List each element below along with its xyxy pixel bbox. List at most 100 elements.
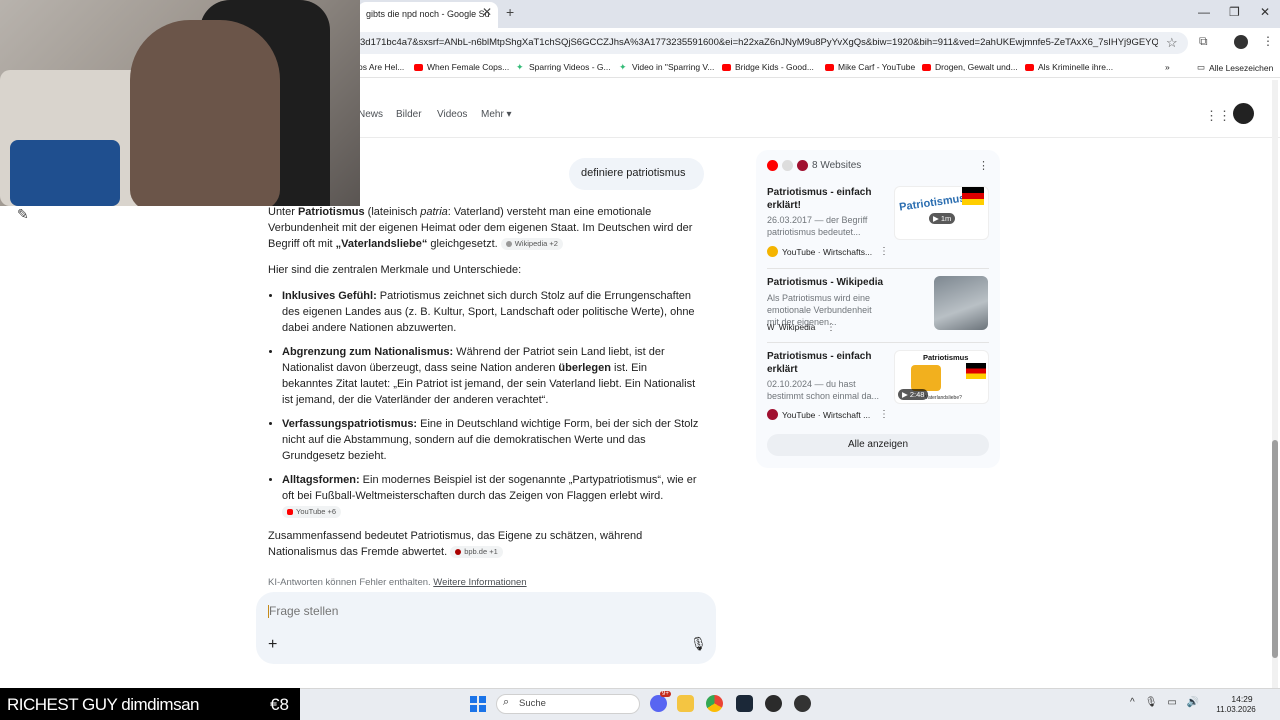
new-tab-button[interactable]: + — [506, 4, 514, 20]
channel-icon — [767, 409, 778, 420]
bookmark-generic-icon: ✦ — [619, 61, 627, 72]
notification-badge: 9+ — [660, 691, 671, 697]
tab-videos[interactable]: Videos — [437, 109, 467, 120]
plus-icon[interactable]: + — [268, 636, 277, 654]
more-info-link[interactable]: Weitere Informationen — [433, 577, 526, 588]
ai-disclaimer: KI-Antworten können Fehler enthalten. We… — [268, 577, 527, 588]
card-more-icon[interactable]: ⋮ — [879, 409, 889, 420]
duration-badge: ▶ 2:48 — [898, 389, 929, 400]
maximize-button[interactable]: ❐ — [1229, 5, 1240, 19]
tab-more[interactable]: Mehr ▾ — [481, 109, 512, 120]
mic-icon[interactable]: 🎙 — [1145, 697, 1158, 708]
close-window-button[interactable]: ✕ — [1260, 5, 1270, 19]
taskbar-search[interactable]: Suche — [496, 694, 640, 714]
youtube-icon — [767, 160, 778, 171]
source-card-source: YouTube · Wirtschaft ... — [767, 409, 870, 420]
tab-active[interactable]: gibts die npd noch - Google Su — [358, 2, 498, 28]
profile-icon[interactable] — [1234, 35, 1248, 49]
obs-icon[interactable] — [794, 695, 811, 712]
bookmark-item[interactable]: ✦ Video in "Sparring V... — [619, 62, 714, 72]
minimize-button[interactable]: — — [1198, 5, 1210, 19]
source-card-title[interactable]: Patriotismus - Wikipedia — [767, 276, 885, 289]
bookmark-item[interactable]: Drogen, Gewalt und... — [922, 62, 1018, 72]
wikipedia-icon — [505, 241, 512, 248]
ask-input[interactable] — [269, 604, 649, 618]
list-item: Alltagsformen: Ein modernes Beispiel ist… — [282, 472, 700, 520]
chrome-icon[interactable] — [706, 695, 723, 712]
bookmark-item[interactable]: Mike Carf - YouTube — [825, 62, 915, 72]
bookmark-item[interactable]: Bridge Kids - Good... — [722, 62, 814, 72]
system-tray: ^ 🎙 ▭ 🔊 — [1130, 697, 1199, 708]
source-chip[interactable]: Wikipedia +2 — [500, 238, 563, 251]
bpb-icon — [455, 549, 462, 556]
beer-icon — [911, 365, 941, 391]
card-more-icon[interactable]: ⋮ — [879, 246, 889, 257]
network-icon[interactable]: ▭ — [1167, 697, 1176, 708]
scrollbar-thumb[interactable] — [1272, 440, 1278, 658]
bookmark-item[interactable]: Als Kriminelle ihre... — [1025, 62, 1113, 72]
avatar[interactable] — [1233, 103, 1254, 124]
divider — [767, 268, 989, 269]
bookmark-item[interactable]: When Female Cops... — [414, 62, 509, 72]
mic-icon[interactable]: 🎙 — [690, 636, 707, 652]
edit-icon[interactable]: ✎ — [17, 206, 29, 223]
video-thumbnail[interactable]: Patriotismus ▶ 1m — [894, 186, 989, 240]
thumb-text: Patriotismus — [923, 353, 969, 362]
site-icon — [797, 160, 808, 171]
bookmark-item[interactable]: ✦ Sparring Videos - G... — [516, 62, 611, 72]
source-card-desc: 26.03.2017 — der Begriff patriotismus be… — [767, 215, 868, 237]
user-query-bubble: definiere patriotismus — [569, 158, 704, 190]
youtube-icon — [1025, 63, 1034, 71]
clock-time[interactable]: 14:29 — [1222, 694, 1262, 704]
thumb-text: Patriotismus — [898, 192, 967, 214]
source-card-source: YouTube · Wirtschafts... — [767, 246, 872, 257]
windows-start-icon[interactable] — [470, 696, 486, 712]
source-card-title[interactable]: Patriotismus - einfach erklärt — [767, 350, 885, 376]
donation-text: RICHEST GUY dimdimsan — [7, 695, 199, 714]
tab-close-icon[interactable]: ✕ — [482, 5, 492, 19]
url-text[interactable]: 3d171bc4a7&sxsrf=ANbL-n6blMtpShgXaT1chSQ… — [360, 37, 1158, 48]
bookmarks-overflow-icon[interactable]: » — [1165, 62, 1170, 72]
statue-thumbnail[interactable] — [934, 276, 988, 330]
show-all-button[interactable]: Alle anzeigen — [767, 434, 989, 456]
webcam-overlay — [0, 0, 360, 206]
browser-menu-icon[interactable]: ⋮ — [1262, 34, 1274, 48]
volume-icon[interactable]: 🔊 — [1187, 697, 1199, 708]
source-card-title[interactable]: Patriotismus - einfach erklärt! — [767, 186, 885, 212]
webcam-blanket — [10, 140, 120, 206]
all-bookmarks-button[interactable]: ▭ Alle Lesezeichen — [1197, 62, 1273, 73]
text-cursor — [268, 605, 269, 618]
wikipedia-icon: W — [767, 322, 775, 332]
duration-badge: ▶ 1m — [929, 213, 956, 224]
tab-news[interactable]: News — [358, 109, 383, 120]
divider — [767, 342, 989, 343]
bookmark-generic-icon: ✦ — [516, 61, 524, 72]
source-card-desc: 02.10.2024 — du hast bestimmt schon einm… — [767, 379, 880, 401]
youtube-icon — [414, 63, 423, 71]
extensions-icon[interactable]: ⧉ — [1199, 34, 1208, 49]
tab-images[interactable]: Bilder — [396, 109, 422, 120]
ask-box — [256, 592, 716, 664]
clock-date[interactable]: 11.03.2026 — [1210, 705, 1262, 714]
feature-list: Inklusives Gefühl: Patriotismus zeichnet… — [268, 288, 700, 520]
answer-intro: Unter Patriotismus (lateinisch patria: V… — [268, 206, 693, 251]
steam-icon[interactable] — [736, 695, 753, 712]
youtube-icon — [722, 63, 731, 71]
file-explorer-icon[interactable] — [677, 695, 694, 712]
german-flag-icon — [966, 363, 986, 379]
video-thumbnail[interactable]: Patriotismus Vaterlandsliebe? ▶ 2:48 — [894, 350, 989, 404]
youtube-icon — [825, 63, 834, 71]
youtube-icon — [287, 509, 293, 516]
webcam-person — [130, 20, 280, 206]
source-chip[interactable]: bpb.de +1 — [450, 546, 503, 559]
bookmark-item[interactable]: ps Are Hel... — [358, 62, 404, 72]
donation-amount: €8 — [270, 695, 289, 714]
app-icon[interactable] — [765, 695, 782, 712]
sources-menu-icon[interactable]: ⋮ — [978, 159, 989, 172]
google-apps-icon[interactable]: ⋮⋮ — [1205, 108, 1231, 124]
source-chip[interactable]: YouTube +6 — [282, 506, 342, 519]
chevron-up-icon[interactable]: ^ — [1130, 697, 1135, 708]
discord-icon[interactable] — [650, 695, 667, 712]
card-more-icon[interactable]: ⋮ — [826, 322, 836, 333]
bookmark-star-icon[interactable]: ☆ — [1166, 35, 1178, 51]
